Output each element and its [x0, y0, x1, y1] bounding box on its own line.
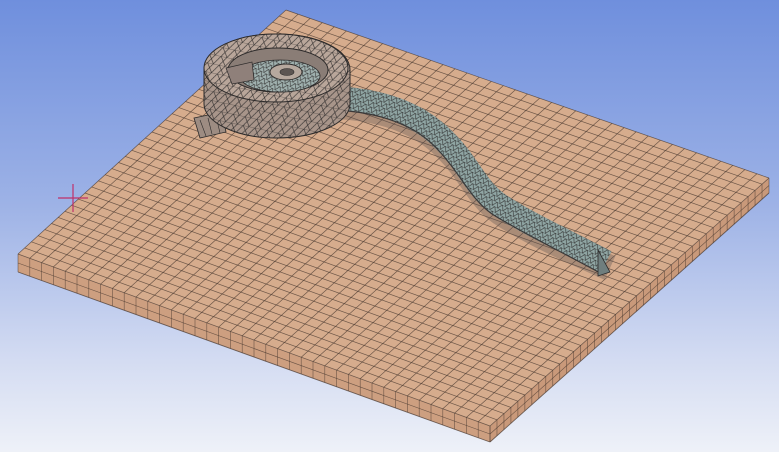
mesh-ring-hole	[279, 68, 295, 76]
graphics-viewport[interactable]	[0, 0, 779, 452]
mesh-scene[interactable]	[0, 0, 779, 452]
mesh-plate[interactable]	[17, 9, 770, 443]
